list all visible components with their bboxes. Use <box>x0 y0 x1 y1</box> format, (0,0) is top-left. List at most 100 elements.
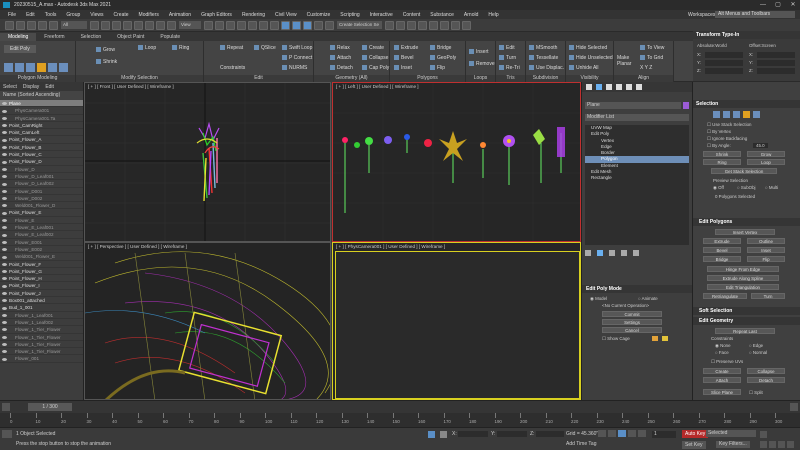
edit-polygons-header[interactable]: Edit Polygons <box>693 218 800 226</box>
menu-file[interactable]: File <box>8 12 16 18</box>
z-coord-input[interactable] <box>536 431 564 437</box>
render-iterative-icon[interactable] <box>451 20 460 30</box>
visibility-eye-icon[interactable] <box>2 328 7 332</box>
track-bar[interactable]: 0 10 20 30 40 50 60 70 80 90 100 110 120 130 140 150 160… <box>0 413 800 427</box>
render-production-icon[interactable] <box>440 20 449 30</box>
go-to-end-icon[interactable] <box>638 430 646 437</box>
next-frame-icon[interactable] <box>790 403 798 411</box>
visibility-eye-icon[interactable] <box>2 292 7 295</box>
relax-button[interactable]: Relax <box>330 45 350 51</box>
scene-row[interactable]: PhysCamera001.Ta <box>0 115 83 122</box>
soft-selection-header[interactable]: Soft Selection <box>693 307 800 315</box>
scene-row[interactable]: Flower_001 <box>0 355 83 363</box>
modify-mode-icon[interactable] <box>59 63 68 72</box>
shrink-selection-button[interactable]: Shrink <box>703 151 741 157</box>
make-planar-button[interactable]: Make Planar <box>617 55 635 67</box>
configure-sets-icon[interactable] <box>633 250 639 256</box>
time-slider-thumb[interactable]: 1 / 300 <box>28 403 72 411</box>
retriangulate-button[interactable]: Retriangulate <box>703 293 747 299</box>
turn-edge-button[interactable]: Turn <box>751 293 785 299</box>
remove-modifier-icon[interactable] <box>621 250 627 256</box>
angle-snap-icon[interactable] <box>248 20 257 30</box>
constraint-normal-radio[interactable]: ○ Normal <box>749 350 767 355</box>
ref-coord-dropdown[interactable]: View <box>179 21 201 29</box>
visibility-eye-icon[interactable] <box>2 277 7 281</box>
window-crossing-icon[interactable] <box>123 20 132 30</box>
attach-geo-button[interactable]: Attach <box>703 377 741 383</box>
collapse-button[interactable]: Collapse <box>362 55 388 61</box>
collapse-geo-button[interactable]: Collapse <box>747 368 785 374</box>
render-shade-icon[interactable] <box>462 20 471 30</box>
cage-selected-color-swatch[interactable] <box>662 336 668 341</box>
detach-geo-button[interactable]: Detach <box>747 377 785 383</box>
abs-z-input[interactable] <box>705 68 743 74</box>
visibility-eye-icon[interactable] <box>2 116 7 120</box>
workspaces-dropdown[interactable]: Alt Menus and Toolbars <box>715 11 795 18</box>
visibility-eye-icon[interactable] <box>2 248 7 252</box>
tab-freeform[interactable]: Freeform <box>36 33 72 41</box>
menu-arnold[interactable]: Arnold <box>464 12 478 18</box>
scene-column-header[interactable]: Name (Sorted Ascending) <box>0 91 83 100</box>
visibility-eye-icon[interactable] <box>2 357 7 361</box>
tessellate-button[interactable]: Tessellate <box>529 55 558 61</box>
mirror-icon[interactable] <box>292 20 301 30</box>
utilities-tab-icon[interactable] <box>636 84 642 90</box>
scene-row[interactable]: Point_Flower_H <box>0 275 83 283</box>
align-icon[interactable] <box>303 20 312 30</box>
visibility-eye-icon[interactable] <box>2 131 7 135</box>
off-z-input[interactable] <box>757 68 795 74</box>
tab-populate[interactable]: Populate <box>152 33 188 41</box>
cage-color-swatch[interactable] <box>652 336 658 341</box>
edit-poly-mode-header[interactable]: Edit Poly Mode <box>582 285 693 293</box>
flip-poly-button[interactable]: Flip <box>747 256 785 262</box>
snaps-toggle-icon[interactable] <box>237 20 246 30</box>
menu-substance[interactable]: Substance <box>430 12 454 18</box>
visibility-eye-icon[interactable] <box>2 189 7 193</box>
percent-snap-icon[interactable] <box>259 20 268 30</box>
remove-button[interactable]: Remove <box>469 61 495 67</box>
y-coord-input[interactable] <box>497 431 527 437</box>
modifier-list-dropdown[interactable]: Modifier List <box>585 114 689 121</box>
qslice-button[interactable]: QSlice <box>254 45 276 51</box>
visibility-eye-icon[interactable] <box>2 160 7 164</box>
border-mode-icon[interactable] <box>26 63 35 72</box>
geopoly-button[interactable]: GeoPoly <box>430 55 456 61</box>
scene-tab-display[interactable]: Display <box>23 84 39 90</box>
visibility-eye-icon[interactable] <box>2 240 7 244</box>
viewport-left[interactable]: [ + ] [ Left ] [ User Defined ] [ Wirefr… <box>332 82 581 242</box>
auto-key-button[interactable]: Auto Key <box>682 430 709 438</box>
visibility-eye-icon[interactable] <box>2 197 7 201</box>
visibility-eye-icon[interactable] <box>2 153 7 157</box>
pan-icon[interactable] <box>769 441 776 448</box>
select-move-icon[interactable] <box>134 20 143 30</box>
visibility-eye-icon[interactable] <box>2 226 7 230</box>
edge-level-icon[interactable] <box>723 111 730 118</box>
maximize-button[interactable]: ▢ <box>771 0 785 10</box>
scene-row[interactable]: Flower_1_Tier_Flower <box>0 326 83 334</box>
toggle-ribbon-icon[interactable] <box>325 20 334 30</box>
select-by-name-icon[interactable] <box>101 20 110 30</box>
menu-tools[interactable]: Tools <box>45 12 57 18</box>
scene-row[interactable]: Flower_D_Leaf001 <box>0 173 83 181</box>
add-time-tag[interactable]: Add Time Tag <box>566 441 596 447</box>
play-icon[interactable] <box>618 430 626 437</box>
select-rotate-icon[interactable] <box>145 20 154 30</box>
visibility-eye-icon[interactable] <box>2 175 7 179</box>
redo-icon[interactable] <box>16 20 25 30</box>
visibility-eye-icon[interactable] <box>2 270 7 274</box>
selection-rollout-header[interactable]: Selection <box>693 100 800 108</box>
schematic-view-icon[interactable] <box>396 20 405 30</box>
menu-animation[interactable]: Animation <box>169 12 191 18</box>
insert-vertex-button[interactable]: Insert Vertex <box>715 229 775 235</box>
keyboard-shortcut-icon[interactable] <box>226 20 235 30</box>
scene-row[interactable]: Flower_1_Leaf001 <box>0 312 83 319</box>
tab-modeling[interactable]: Modeling <box>0 32 37 41</box>
hide-selected-button[interactable]: Hide Selected <box>569 45 607 51</box>
scene-row[interactable]: Point_Flower_G <box>0 268 83 276</box>
ring-selection-button[interactable]: Ring <box>703 159 741 165</box>
menu-rendering[interactable]: Rendering <box>242 12 265 18</box>
vertex-mode-icon[interactable] <box>4 63 13 72</box>
current-frame-input[interactable]: 1 <box>652 431 676 438</box>
visibility-eye-icon[interactable] <box>2 313 7 317</box>
minimize-button[interactable]: — <box>756 0 770 10</box>
